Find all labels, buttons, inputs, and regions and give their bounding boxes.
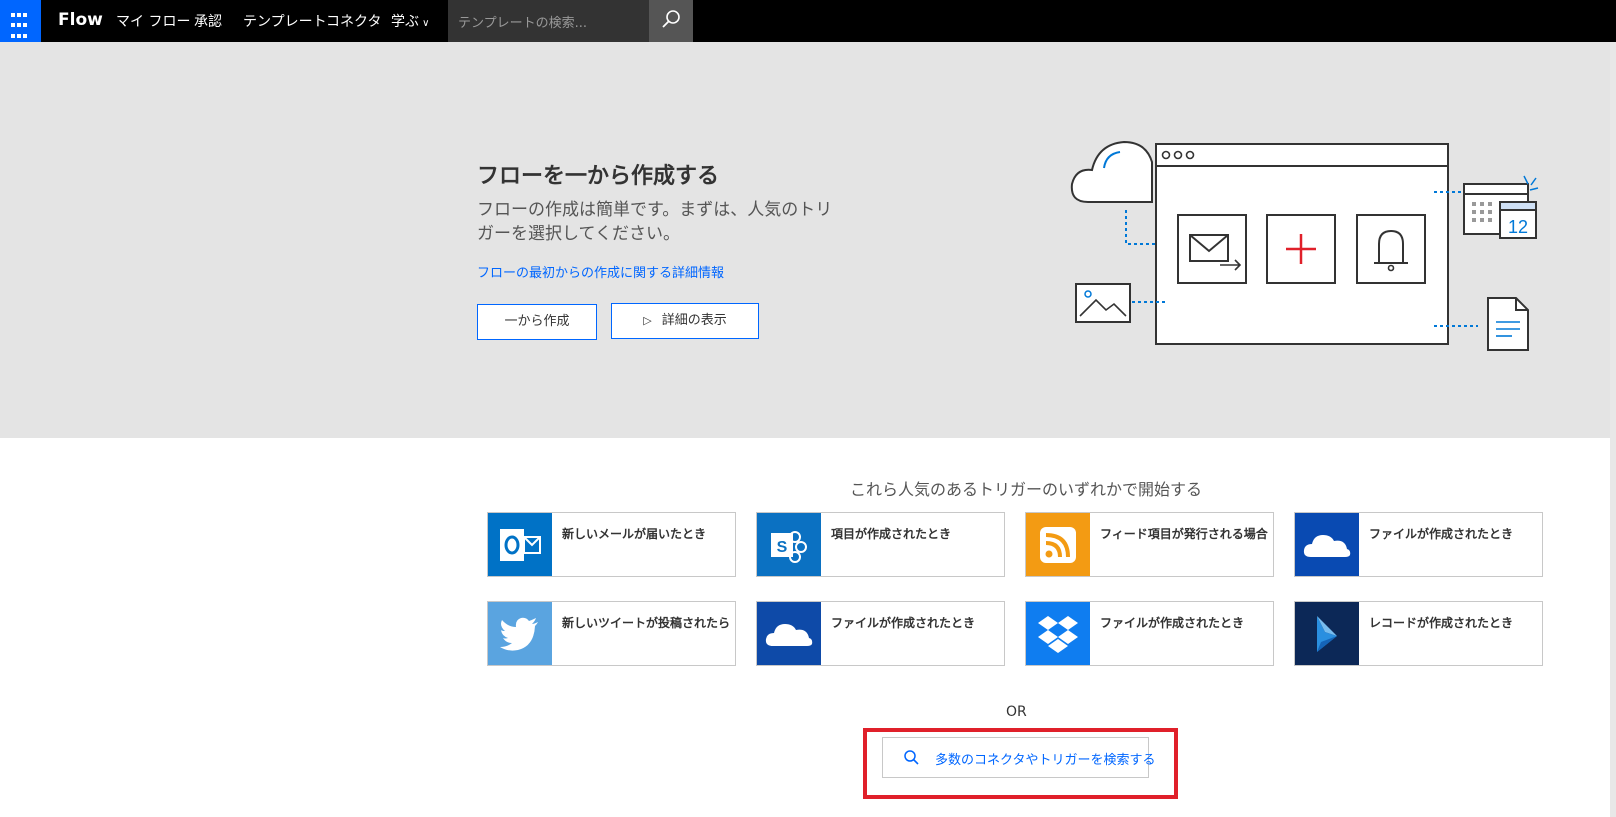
add-icon: [1266, 214, 1336, 284]
rss-icon: [1026, 513, 1090, 576]
nav-learn-label: 学ぶ: [391, 14, 419, 30]
hero-illustration: 12: [1070, 140, 1539, 351]
or-divider: OR: [1006, 704, 1027, 720]
calendar-day: 12: [1508, 217, 1528, 237]
trigger-card-dynamics[interactable]: レコードが作成されたとき: [1294, 601, 1543, 666]
trigger-card-outlook[interactable]: 新しいメールが届いたとき: [487, 512, 736, 577]
nav-my-flows[interactable]: マイ フロー: [116, 11, 190, 31]
hero-section: フローを一から作成する フローの作成は簡単です。まずは、人気のトリガーを選択して…: [0, 42, 1610, 438]
trigger-card-dropbox[interactable]: ファイルが作成されたとき: [1025, 601, 1274, 666]
nav-templates[interactable]: テンプレート: [243, 11, 327, 31]
show-details-label: 詳細の表示: [661, 313, 727, 328]
top-nav-bar: Flow マイ フロー 承認 テンプレート コネクタ 学ぶ ∨ テンプレートの検…: [0, 0, 1616, 42]
trigger-card-label: レコードが作成されたとき: [1369, 616, 1514, 630]
image-icon: [1075, 283, 1131, 323]
calendar-icon: 12: [1463, 175, 1539, 239]
trigger-card-label: 新しいメールが届いたとき: [562, 527, 707, 541]
trigger-card-label: ファイルが作成されたとき: [831, 616, 976, 630]
search-button[interactable]: [649, 0, 693, 42]
sharepoint-icon: S: [757, 513, 821, 576]
mail-icon: [1177, 214, 1247, 284]
hero-description: フローの作成は簡単です。まずは、人気のトリガーを選択してください。: [477, 200, 833, 244]
search-icon: [904, 750, 919, 765]
nav-learn[interactable]: 学ぶ ∨: [391, 11, 430, 31]
document-icon: [1487, 297, 1529, 351]
search-icon: [662, 10, 680, 28]
learn-more-link[interactable]: フローの最初からの作成に関する詳細情報: [477, 262, 724, 281]
search-connectors-label: 多数のコネクタやトリガーを検索する: [935, 753, 1156, 768]
svg-text:S: S: [777, 539, 788, 556]
dropbox-icon: [1026, 602, 1090, 665]
brand-title[interactable]: Flow: [58, 10, 103, 30]
play-icon: ▷: [643, 314, 652, 327]
search-connectors-button[interactable]: 多数のコネクタやトリガーを検索する: [882, 737, 1155, 778]
trigger-card-onedrive[interactable]: ファイルが作成されたとき: [756, 601, 1005, 666]
scrollbar[interactable]: [1610, 42, 1616, 817]
create-from-blank-button[interactable]: 一から作成: [477, 304, 597, 340]
trigger-card-sharepoint[interactable]: S 項目が作成されたとき: [756, 512, 1005, 577]
trigger-card-onedrive-business[interactable]: ファイルが作成されたとき: [1294, 512, 1543, 577]
show-details-button[interactable]: ▷ 詳細の表示: [611, 303, 759, 339]
onedrive-icon: [1295, 513, 1359, 576]
outlook-icon: [488, 513, 552, 576]
trigger-card-label: フィード項目が発行される場合: [1100, 527, 1268, 541]
trigger-card-label: ファイルが作成されたとき: [1369, 527, 1514, 541]
twitter-icon: [488, 602, 552, 665]
chevron-down-icon: ∨: [419, 18, 430, 29]
template-search-input[interactable]: テンプレートの検索...: [448, 0, 649, 42]
hero-title: フローを一から作成する: [477, 164, 720, 189]
nav-approvals[interactable]: 承認: [194, 11, 222, 31]
popular-triggers-title: これら人気のあるトリガーのいずれかで開始する: [850, 480, 1203, 499]
cloud-icon: [1070, 140, 1153, 203]
bell-icon: [1356, 214, 1426, 284]
trigger-card-label: ファイルが作成されたとき: [1100, 616, 1245, 630]
trigger-card-rss[interactable]: フィード項目が発行される場合: [1025, 512, 1274, 577]
trigger-card-label: 新しいツイートが投稿されたら: [562, 616, 731, 630]
nav-connectors[interactable]: コネクタ: [326, 11, 381, 31]
onedrive-icon: [757, 602, 821, 665]
app-launcher-icon[interactable]: [0, 0, 41, 42]
trigger-card-twitter[interactable]: 新しいツイートが投稿されたら: [487, 601, 736, 666]
trigger-card-label: 項目が作成されたとき: [831, 527, 952, 541]
dynamics-icon: [1295, 602, 1359, 665]
